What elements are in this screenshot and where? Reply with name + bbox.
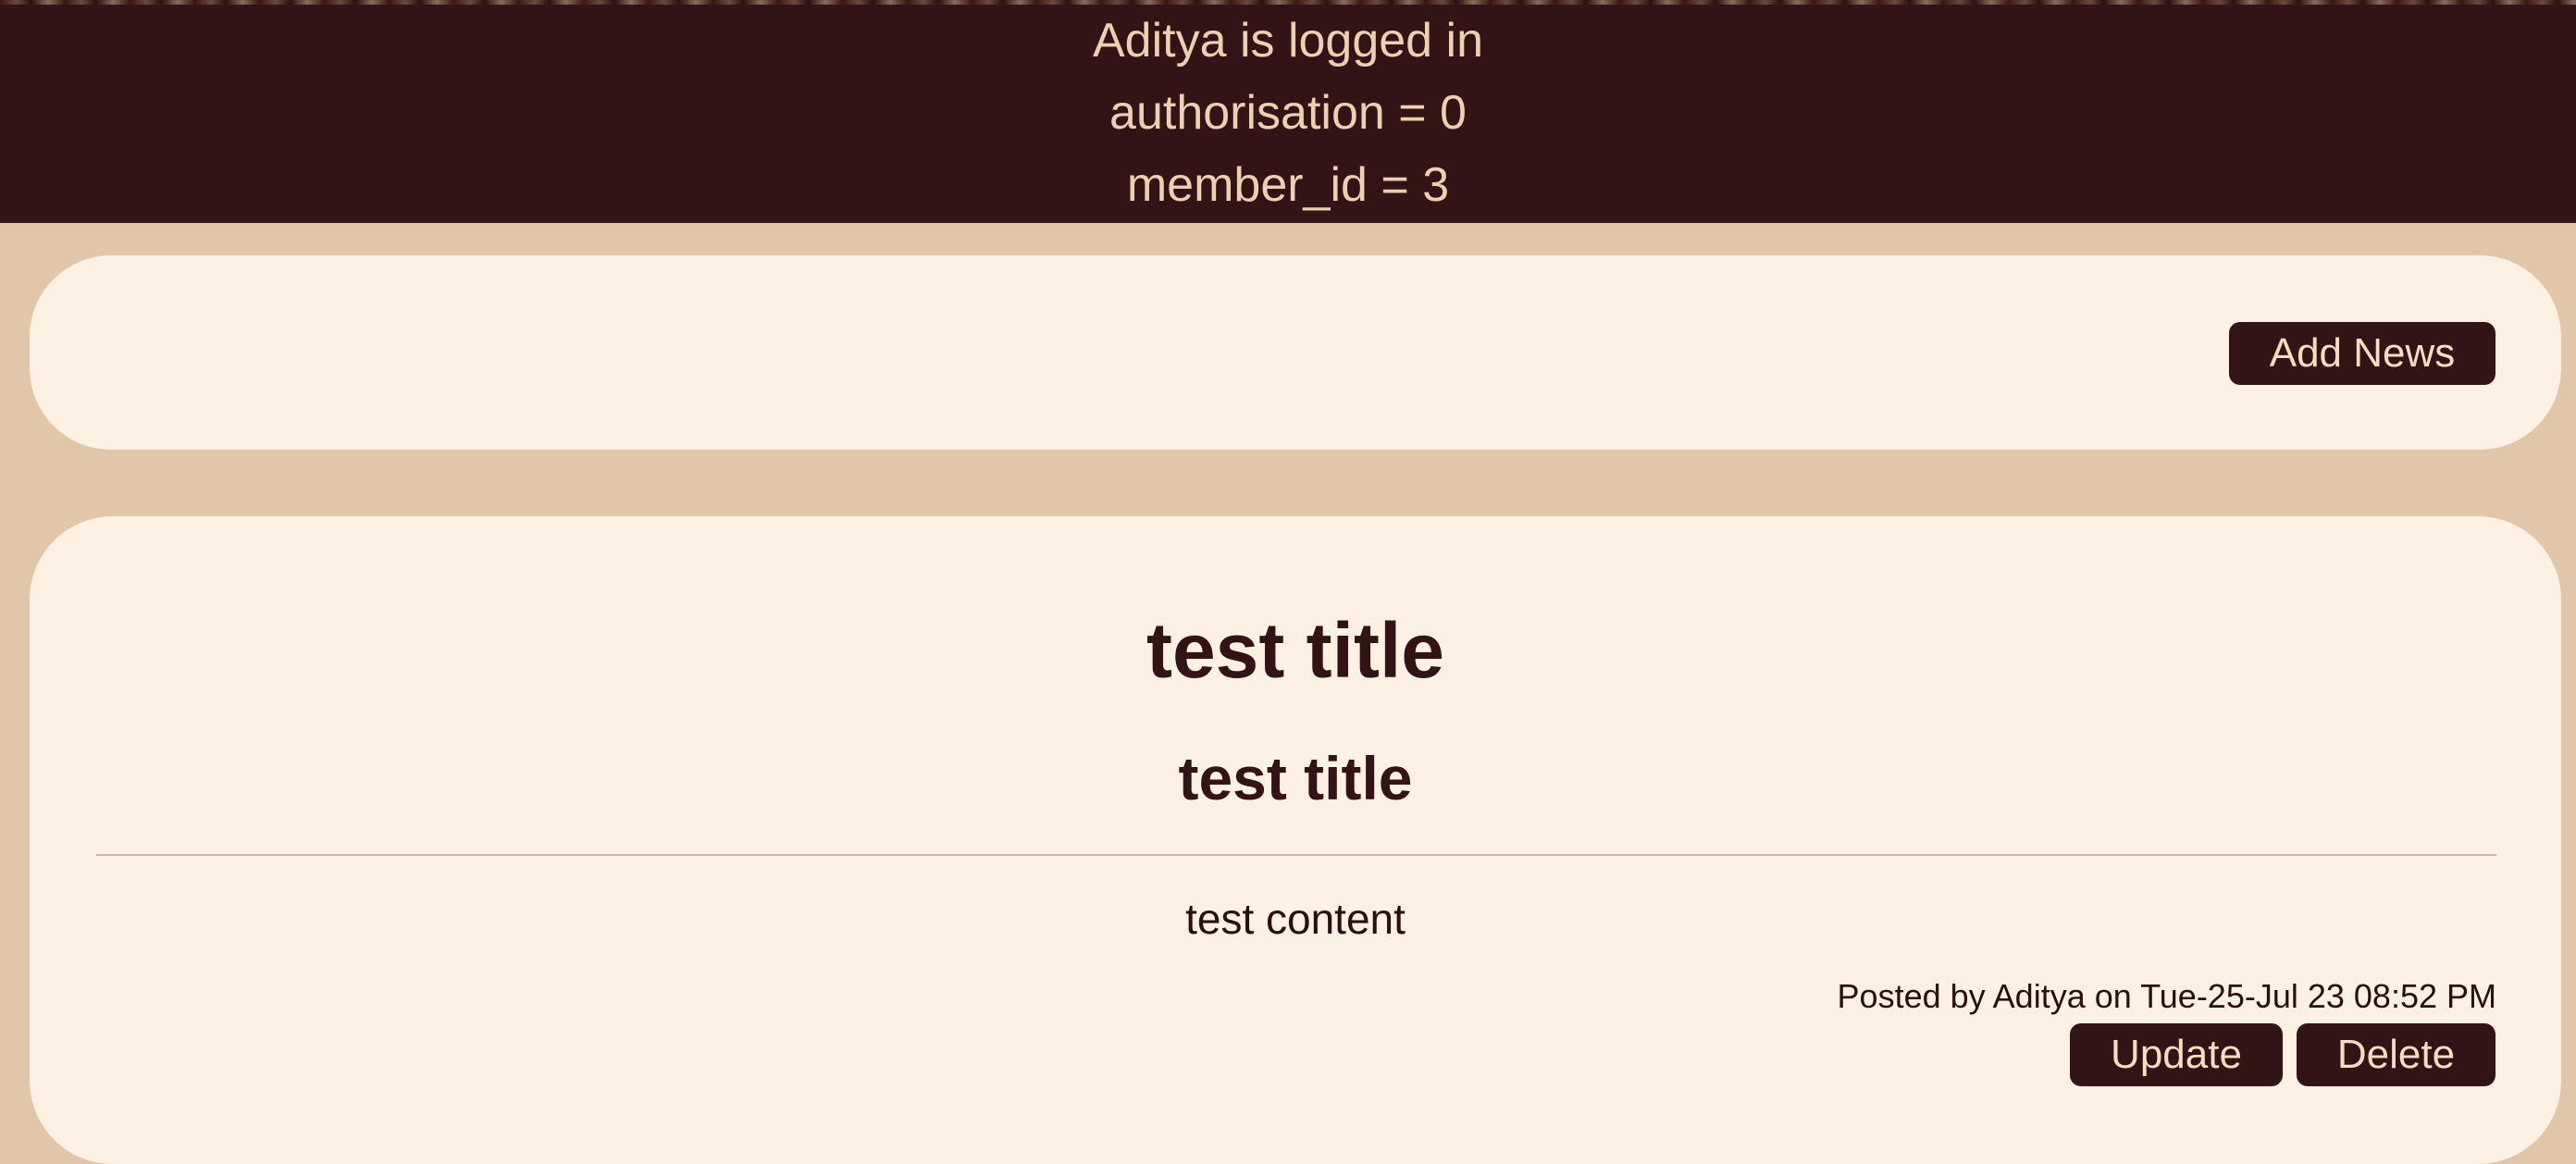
news-subtitle: test title <box>1178 744 1413 812</box>
login-status-header: Aditya is logged in authorisation = 0 me… <box>0 5 2576 223</box>
news-title: test title <box>1146 607 1445 694</box>
logged-in-text: Aditya is logged in <box>1092 14 1484 68</box>
add-news-button[interactable]: Add News <box>2229 322 2496 385</box>
delete-button[interactable]: Delete <box>2297 1023 2496 1086</box>
news-item-card: test title test title test content Poste… <box>30 516 2561 1164</box>
member-id-text: member_id = 3 <box>1126 158 1450 212</box>
divider <box>96 854 2496 856</box>
update-button[interactable]: Update <box>2070 1023 2283 1086</box>
news-content: test content <box>1185 895 1406 943</box>
news-toolbar-panel: Add News <box>30 255 2561 450</box>
authorisation-text: authorisation = 0 <box>1109 86 1467 140</box>
posted-by-meta: Posted by Aditya on Tue-25-Jul 23 08:52 … <box>1837 977 2496 1015</box>
